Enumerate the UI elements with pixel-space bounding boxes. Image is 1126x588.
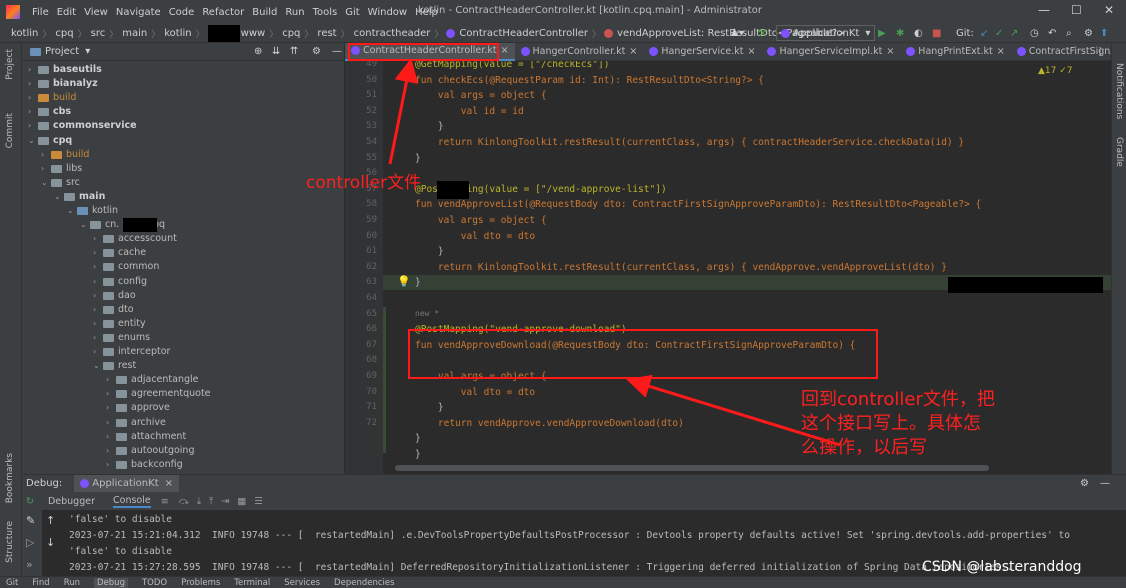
arrow-to-tab [388, 58, 419, 165]
arrow-to-code [626, 374, 841, 447]
annotation-arrows [388, 58, 841, 447]
watermark: CSDN @labsteranddog [922, 559, 1082, 575]
